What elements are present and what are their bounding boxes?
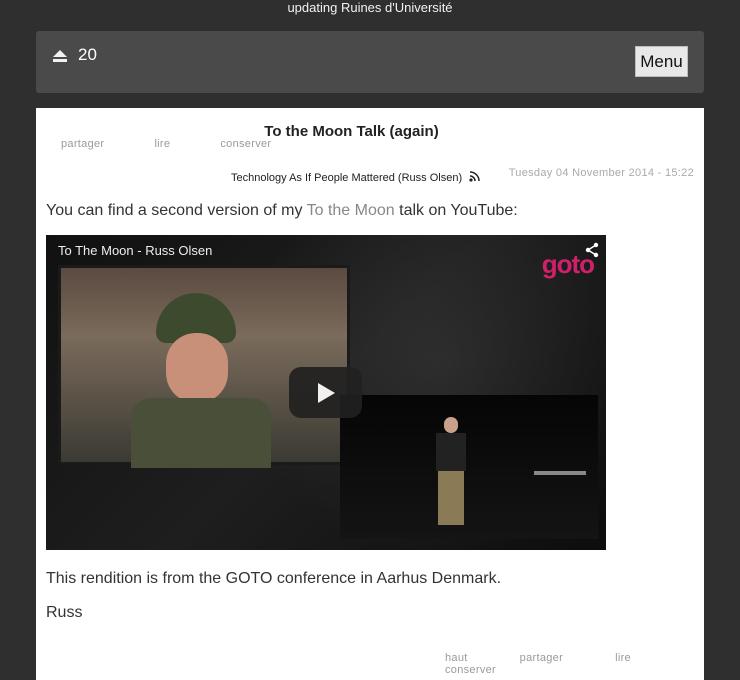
post-card: partager lire conserver To the Moon Talk…: [36, 108, 704, 680]
post-title[interactable]: To the Moon Talk (again): [36, 123, 667, 140]
speaker-legs: [438, 471, 464, 525]
post-date: Tuesday 04 November 2014 - 15:22: [508, 167, 694, 179]
shirt-shape: [131, 398, 271, 468]
table-shape: [534, 471, 586, 475]
read-link[interactable]: lire: [615, 652, 631, 664]
intro-text-after: talk on YouTube:: [394, 202, 518, 219]
menu-button[interactable]: Menu: [635, 46, 688, 77]
status-line: updating Ruines d'Université: [287, 0, 453, 15]
speaker-body: [436, 433, 466, 471]
signature: Russ: [46, 604, 83, 621]
feed-name[interactable]: Technology As If People Mattered (Russ O…: [231, 172, 462, 184]
play-icon: [317, 382, 335, 403]
top-bar: 20 Menu: [36, 31, 704, 93]
screen-image: [58, 265, 350, 468]
stage-image: [340, 395, 598, 539]
eject-icon[interactable]: [52, 49, 68, 63]
speaker-head: [444, 417, 458, 433]
rss-icon[interactable]: [469, 171, 480, 185]
unread-count: 20: [78, 45, 97, 64]
to-the-moon-link[interactable]: To the Moon: [307, 202, 395, 219]
paragraph: This rendition is from the GOTO conferen…: [46, 570, 502, 587]
post-actions-bottom: haut partager lire conserver: [445, 652, 704, 676]
top-link[interactable]: haut: [445, 652, 468, 664]
play-button[interactable]: [289, 367, 362, 418]
face-shape: [166, 333, 228, 403]
keep-link[interactable]: conserver: [445, 664, 496, 676]
share-link[interactable]: partager: [520, 652, 563, 664]
share-icon[interactable]: [584, 242, 600, 258]
intro-text-before: You can find a second version of my: [46, 202, 307, 219]
intro-paragraph: You can find a second version of my To t…: [46, 202, 518, 220]
youtube-video[interactable]: goto To The Moon - Russ Olsen: [46, 235, 606, 550]
video-title[interactable]: To The Moon - Russ Olsen: [58, 243, 212, 258]
feed-source: Technology As If People Mattered (Russ O…: [231, 171, 480, 185]
